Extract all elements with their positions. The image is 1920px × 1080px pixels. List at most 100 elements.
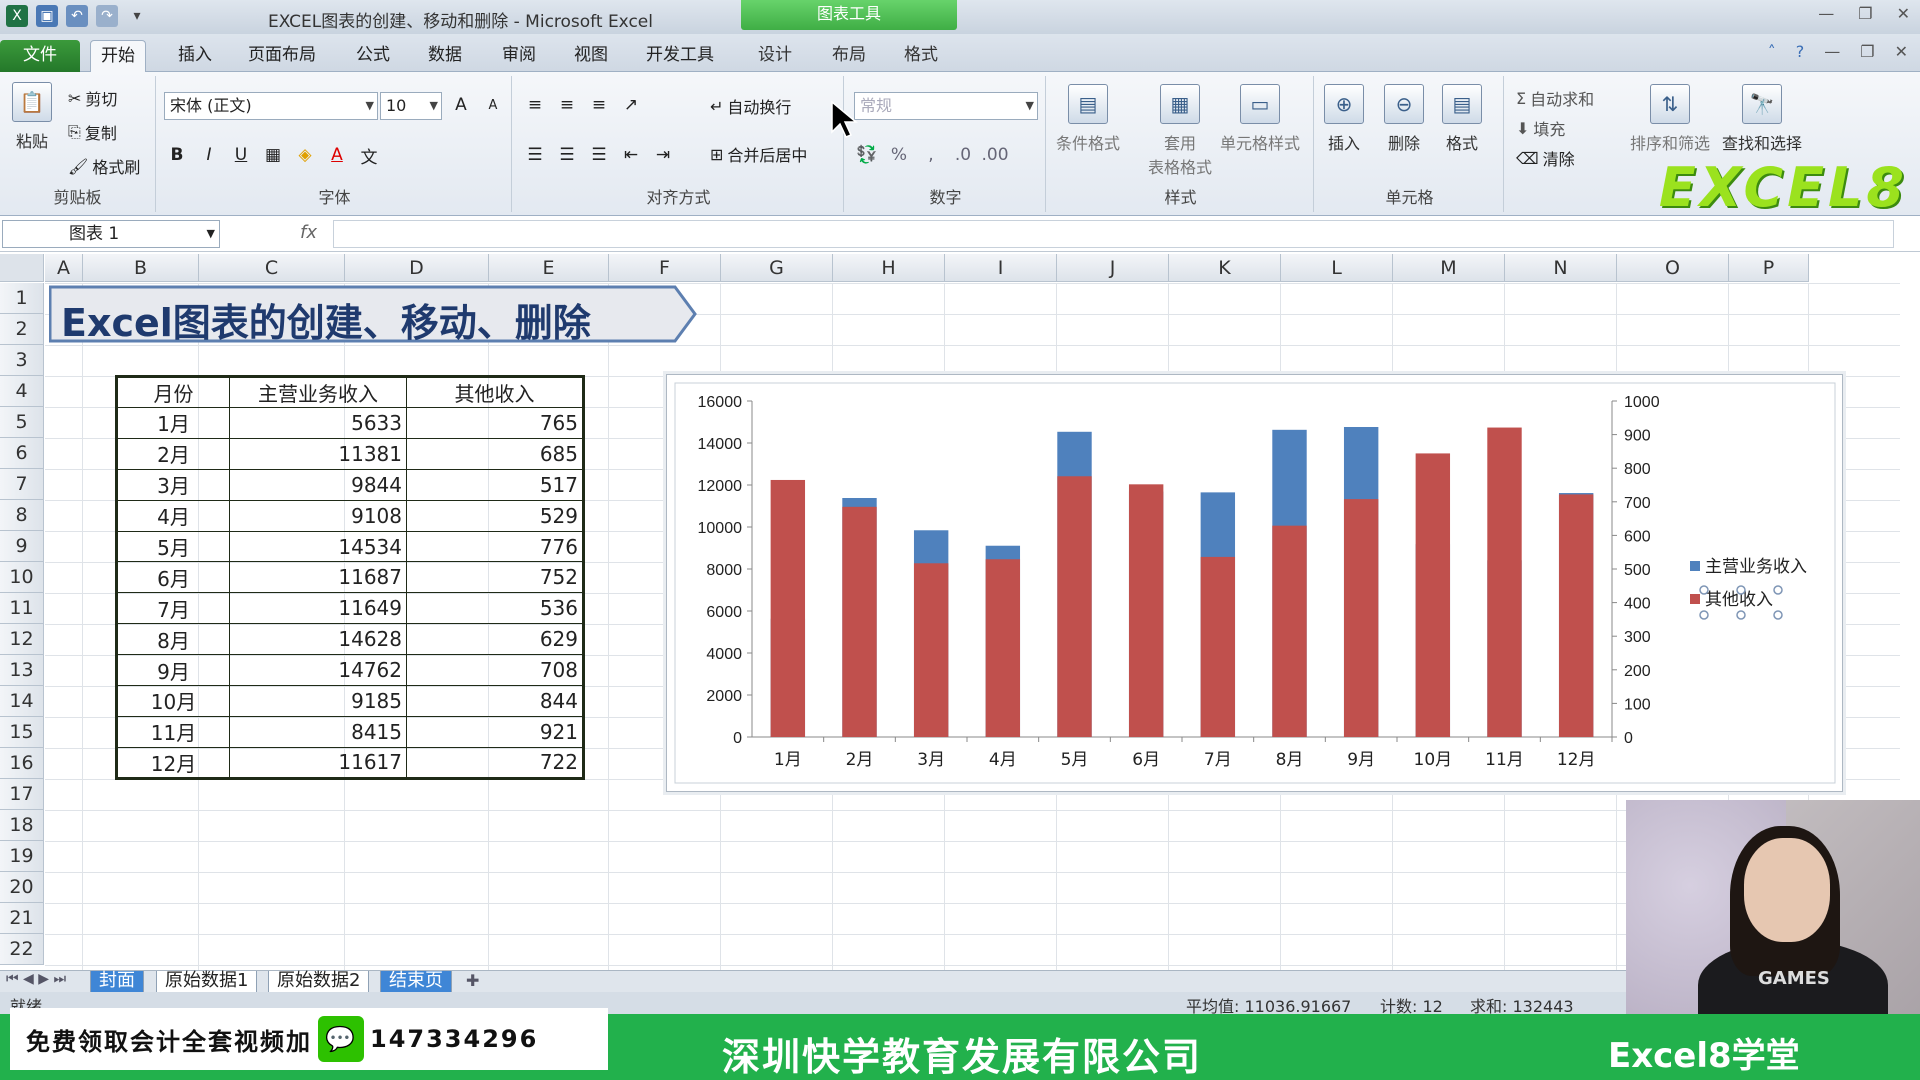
autosum-button[interactable]: Σ 自动求和 bbox=[1516, 86, 1594, 110]
orientation-icon[interactable]: ↗ bbox=[618, 92, 644, 118]
redo-icon[interactable]: ↷ bbox=[96, 5, 118, 27]
other-revenue-cell[interactable]: 708 bbox=[406, 654, 584, 687]
month-cell[interactable]: 1月 bbox=[116, 407, 230, 439]
row-header-5[interactable]: 5 bbox=[0, 407, 44, 438]
sheet-nav-icons[interactable]: ⏮ ◀ ▶ ⏭ bbox=[6, 971, 66, 987]
doc-restore-icon[interactable]: ❐ bbox=[1860, 42, 1874, 61]
row-header-10[interactable]: 10 bbox=[0, 562, 44, 593]
main-revenue-cell[interactable]: 9185 bbox=[229, 685, 407, 717]
help-icon[interactable]: ? bbox=[1796, 42, 1805, 61]
row-header-3[interactable]: 3 bbox=[0, 345, 44, 376]
cell-styles-button[interactable]: ▭ 单元格样式 bbox=[1220, 84, 1300, 154]
underline-icon[interactable]: U bbox=[228, 142, 254, 168]
main-revenue-cell[interactable]: 14534 bbox=[229, 530, 407, 563]
tab-file[interactable]: 文件 bbox=[0, 40, 80, 72]
row-header-17[interactable]: 17 bbox=[0, 779, 44, 810]
other-revenue-cell[interactable]: 529 bbox=[406, 499, 584, 532]
month-cell[interactable]: 4月 bbox=[116, 499, 230, 532]
tab-review[interactable]: 审阅 bbox=[492, 40, 546, 72]
month-cell[interactable]: 10月 bbox=[116, 685, 230, 717]
row-header-14[interactable]: 14 bbox=[0, 686, 44, 717]
align-top-icon[interactable]: ≡ bbox=[522, 92, 548, 118]
other-revenue-cell[interactable]: 629 bbox=[406, 623, 584, 656]
row-header-2[interactable]: 2 bbox=[0, 314, 44, 345]
copy-button[interactable]: ⎘ 复制 bbox=[68, 120, 117, 144]
row-header-1[interactable]: 1 bbox=[0, 283, 44, 314]
main-revenue-cell[interactable]: 8415 bbox=[229, 715, 407, 748]
row-header-13[interactable]: 13 bbox=[0, 655, 44, 686]
format-painter-button[interactable]: 🖌 格式刷 bbox=[68, 154, 140, 178]
grow-font-icon[interactable]: A bbox=[448, 92, 474, 118]
month-cell[interactable]: 5月 bbox=[116, 530, 230, 563]
month-cell[interactable]: 11月 bbox=[116, 715, 230, 748]
font-size-select[interactable]: 10 ▼ bbox=[380, 92, 442, 120]
row-header-12[interactable]: 12 bbox=[0, 624, 44, 655]
align-right-icon[interactable]: ☰ bbox=[586, 142, 612, 168]
main-revenue-cell[interactable]: 11381 bbox=[229, 437, 407, 470]
main-revenue-cell[interactable]: 9844 bbox=[229, 468, 407, 501]
phonetic-icon[interactable]: 文 bbox=[356, 142, 382, 168]
align-middle-icon[interactable]: ≡ bbox=[554, 92, 580, 118]
month-cell[interactable]: 9月 bbox=[116, 654, 230, 687]
bold-icon[interactable]: B bbox=[164, 142, 190, 168]
month-cell[interactable]: 7月 bbox=[116, 592, 230, 625]
sort-filter-button[interactable]: ⇅ 排序和筛选 bbox=[1630, 84, 1710, 154]
column-header-I[interactable]: I bbox=[945, 254, 1057, 282]
row-header-21[interactable]: 21 bbox=[0, 903, 44, 934]
row-header-18[interactable]: 18 bbox=[0, 810, 44, 841]
close-icon[interactable]: ✕ bbox=[1897, 4, 1910, 23]
column-header-M[interactable]: M bbox=[1393, 254, 1505, 282]
insert-sheet-icon[interactable]: ✚ bbox=[466, 971, 479, 990]
find-select-button[interactable]: 🔭 查找和选择 bbox=[1722, 84, 1802, 154]
collapse-ribbon-icon[interactable]: ˄ bbox=[1768, 42, 1776, 61]
column-header-C[interactable]: C bbox=[199, 254, 345, 282]
column-header-L[interactable]: L bbox=[1281, 254, 1393, 282]
sheet-tab-raw-data-1[interactable]: 原始数据1 bbox=[156, 971, 258, 993]
number-format-select[interactable]: 常规 ▼ bbox=[854, 92, 1038, 120]
column-header-F[interactable]: F bbox=[609, 254, 721, 282]
align-left-icon[interactable]: ☰ bbox=[522, 142, 548, 168]
header-other-revenue[interactable]: 其他收入 bbox=[406, 376, 584, 408]
tab-layout[interactable]: 布局 bbox=[822, 40, 876, 72]
main-revenue-cell[interactable]: 14628 bbox=[229, 623, 407, 656]
column-header-D[interactable]: D bbox=[345, 254, 489, 282]
decrease-indent-icon[interactable]: ⇤ bbox=[618, 142, 644, 168]
tab-format[interactable]: 格式 bbox=[894, 40, 948, 72]
row-header-22[interactable]: 22 bbox=[0, 934, 44, 965]
month-cell[interactable]: 8月 bbox=[116, 623, 230, 656]
select-all-corner[interactable] bbox=[0, 254, 44, 282]
main-revenue-cell[interactable]: 14762 bbox=[229, 654, 407, 687]
header-main-revenue[interactable]: 主营业务收入 bbox=[229, 376, 407, 408]
excel-app-icon[interactable]: X bbox=[6, 5, 28, 27]
row-header-15[interactable]: 15 bbox=[0, 717, 44, 748]
minimize-icon[interactable]: — bbox=[1818, 4, 1834, 23]
sheet-tab-end[interactable]: 结束页 bbox=[380, 971, 452, 993]
other-revenue-cell[interactable]: 765 bbox=[406, 407, 584, 439]
undo-icon[interactable]: ↶ bbox=[66, 5, 88, 27]
italic-icon[interactable]: I bbox=[196, 142, 222, 168]
format-cells-button[interactable]: ▤ 格式 bbox=[1442, 84, 1482, 154]
doc-minimize-icon[interactable]: — bbox=[1824, 42, 1840, 61]
fill-button[interactable]: ⬇ 填充 bbox=[1516, 116, 1565, 140]
shrink-font-icon[interactable]: A bbox=[480, 92, 506, 118]
chart-object[interactable]: 0 2000 4000 6000 8000 10000 12000 14000 16000 0 10… bbox=[666, 374, 1843, 792]
increase-decimal-icon[interactable]: .0 bbox=[950, 142, 976, 168]
tab-data[interactable]: 数据 bbox=[418, 40, 472, 72]
currency-icon[interactable]: 💱 bbox=[854, 142, 880, 168]
month-cell[interactable]: 2月 bbox=[116, 437, 230, 470]
row-header-19[interactable]: 19 bbox=[0, 841, 44, 872]
main-revenue-cell[interactable]: 11687 bbox=[229, 561, 407, 594]
other-revenue-cell[interactable]: 722 bbox=[406, 746, 584, 779]
cut-button[interactable]: ✂ 剪切 bbox=[68, 86, 117, 110]
header-month[interactable]: 月份 bbox=[116, 376, 230, 408]
column-header-E[interactable]: E bbox=[489, 254, 609, 282]
month-cell[interactable]: 12月 bbox=[116, 746, 230, 779]
main-revenue-cell[interactable]: 11617 bbox=[229, 746, 407, 779]
other-revenue-cell[interactable]: 517 bbox=[406, 468, 584, 501]
row-header-6[interactable]: 6 bbox=[0, 438, 44, 469]
month-cell[interactable]: 3月 bbox=[116, 468, 230, 501]
tab-design[interactable]: 设计 bbox=[748, 40, 802, 72]
tab-developer[interactable]: 开发工具 bbox=[636, 40, 724, 72]
border-icon[interactable]: ▦ bbox=[260, 142, 286, 168]
paste-button[interactable]: 📋 粘贴 bbox=[12, 82, 52, 152]
